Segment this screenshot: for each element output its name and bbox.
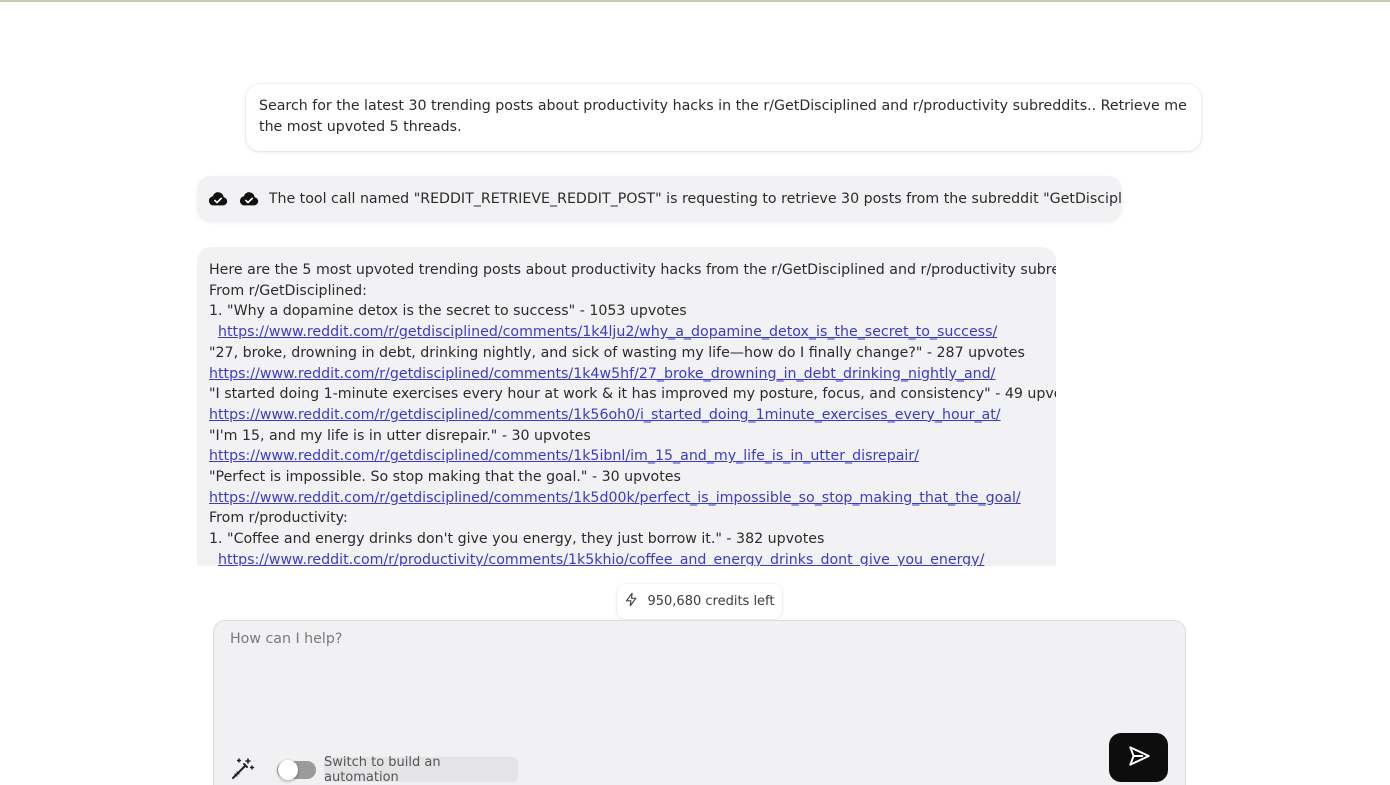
cloud-check-icon xyxy=(238,187,261,211)
post-link[interactable]: https://www.reddit.com/r/getdisciplined/… xyxy=(209,366,995,382)
cloud-check-icon xyxy=(207,187,230,211)
automation-toggle[interactable] xyxy=(277,760,316,780)
top-divider xyxy=(0,0,1390,2)
send-icon xyxy=(1126,743,1152,773)
post-link[interactable]: https://www.reddit.com/r/productivity/co… xyxy=(218,552,984,566)
tool-call-text: The tool call named "REDDIT_RETRIEVE_RED… xyxy=(268,191,1123,207)
post-title: 1. "Coffee and energy drinks don't give … xyxy=(209,531,825,548)
post-link[interactable]: https://www.reddit.com/r/getdisciplined/… xyxy=(209,490,1021,506)
response-intro: Here are the 5 most upvoted trending pos… xyxy=(209,262,1056,278)
post-title: "27, broke, drowning in debt, drinking n… xyxy=(209,344,1025,361)
tool-call-message: The tool call named "REDDIT_RETRIEVE_RED… xyxy=(197,176,1122,222)
post-title: 1. "Why a dopamine detox is the secret t… xyxy=(209,303,687,320)
post-title: "I'm 15, and my life is in utter disrepa… xyxy=(209,427,591,444)
post-link[interactable]: https://www.reddit.com/r/getdisciplined/… xyxy=(209,407,1001,423)
send-button[interactable] xyxy=(1109,733,1168,782)
magic-wand-icon[interactable] xyxy=(229,756,255,782)
lightning-icon xyxy=(624,592,639,611)
post-link[interactable]: https://www.reddit.com/r/getdisciplined/… xyxy=(218,324,997,340)
section-heading: From r/productivity: xyxy=(209,510,348,527)
automation-label[interactable]: Switch to build an automation xyxy=(324,755,518,785)
user-message: Search for the latest 30 trending posts … xyxy=(246,84,1201,151)
credits-text: 950,680 credits left xyxy=(647,594,775,609)
message-input[interactable] xyxy=(230,631,1160,721)
credits-badge: 950,680 credits left xyxy=(617,584,782,619)
user-message-text: Search for the latest 30 trending posts … xyxy=(259,98,1187,135)
post-link[interactable]: https://www.reddit.com/r/getdisciplined/… xyxy=(209,448,919,464)
assistant-response: Here are the 5 most upvoted trending pos… xyxy=(197,247,1056,566)
post-title: "Perfect is impossible. So stop making t… xyxy=(209,469,681,486)
toggle-knob xyxy=(278,760,298,780)
section-heading: From r/GetDisciplined: xyxy=(209,282,367,299)
post-title: "I started doing 1-minute exercises ever… xyxy=(209,386,1056,403)
